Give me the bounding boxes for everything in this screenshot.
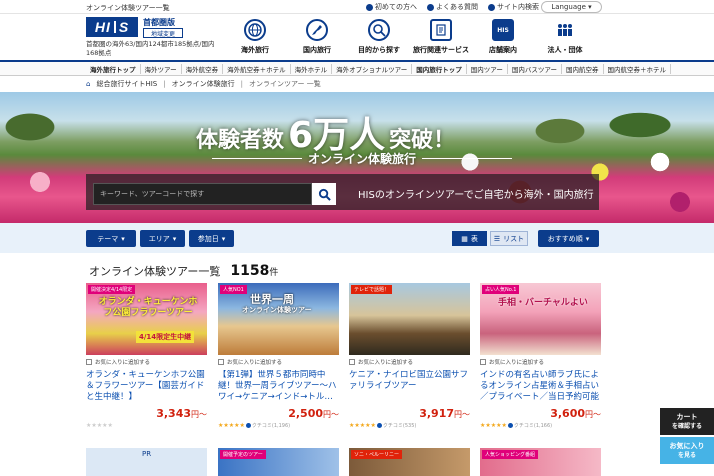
site-header: HI S 首都圏版 地域変更 首都圏の海外63/国内124都市185拠点/国内16…	[0, 14, 714, 60]
nav-corporate[interactable]: 法人・団体	[534, 14, 596, 60]
rating-stars: ★★★★★ クチコミ(1,166)	[480, 422, 553, 429]
view-list-button[interactable]: ☰ リスト	[490, 231, 528, 246]
tour-price: 3,917円〜	[419, 407, 470, 420]
people-icon	[554, 19, 576, 41]
tour-image[interactable]: 開催決定4/14限定 オランダ・キューケンホフ公園フラワーツアー 4/14限定生…	[86, 283, 207, 355]
rating-stars: ★★★★★ クチコミ(1,196)	[218, 422, 291, 429]
favorites-button[interactable]: お気に入り を見る	[660, 437, 714, 464]
area-filter-button[interactable]: エリア ▾	[140, 230, 185, 247]
tour-card[interactable]: テレビで話題！ お気に入りに追加する ケニア・ナイロビ国立公園サファリライブツア…	[349, 283, 470, 443]
chevron-down-icon: ▾	[172, 234, 177, 243]
tour-card[interactable]: 人気NO1 世界一周 オンライン体験ツアー お気に入りに追加する 【第1弾】世界…	[218, 283, 339, 443]
cat-overseas-air[interactable]: 海外航空券	[182, 63, 224, 74]
cart-button[interactable]: カート を確認する	[660, 408, 714, 435]
cat-domestic-air[interactable]: 国内航空券	[562, 63, 604, 74]
view-table-button[interactable]: ▦ 表	[452, 231, 487, 246]
add-favorite-checkbox[interactable]: お気に入りに追加する	[480, 358, 601, 366]
cat-domestic-air-hotel[interactable]: 国内航空券＋ホテル	[604, 63, 671, 74]
top-bar-links: 初めての方へ よくある質問 サイト内検索	[366, 2, 539, 12]
tour-card-pr[interactable]: PR	[86, 448, 207, 476]
tour-card[interactable]: 開催決定4/14限定 オランダ・キューケンホフ公園フラワーツアー 4/14限定生…	[86, 283, 207, 443]
tour-card[interactable]: 人気ショッピング番組	[480, 448, 601, 476]
search-input[interactable]: キーワード、ツアーコードで探す	[93, 183, 312, 205]
nav-stores[interactable]: HIS 店舗案内	[472, 14, 534, 60]
cat-overseas-air-hotel[interactable]: 海外航空券＋ホテル	[223, 63, 291, 74]
region-change-button[interactable]: 地域変更	[143, 28, 183, 38]
tour-card[interactable]: ソニ・ペルーリニー	[349, 448, 470, 476]
tour-title[interactable]: ケニア・ナイロビ国立公園サファリライブツアー	[349, 370, 470, 404]
top-bar-title: オンライン体験ツアー一覧	[86, 4, 170, 12]
tour-title[interactable]: インドの有名占い師ラブ氏によるオンライン占星術＆手相占い／プライベート／当日予約…	[480, 370, 601, 404]
list-icon: ☰	[493, 234, 501, 243]
chevron-down-icon: ▾	[121, 234, 125, 243]
category-nav: 海外旅行トップ 海外ツアー 海外航空券 海外航空券＋ホテル 海外ホテル 海外オプ…	[0, 60, 714, 76]
info-icon	[366, 3, 373, 11]
top-bar: オンライン体験ツアー一覧 初めての方へ よくある質問 サイト内検索 Langua…	[0, 0, 714, 14]
rating-stars: ★★★★★	[86, 422, 113, 429]
cat-overseas-tour[interactable]: 海外ツアー	[141, 63, 182, 74]
add-favorite-checkbox[interactable]: お気に入りに追加する	[218, 358, 339, 366]
japan-map-icon	[306, 19, 328, 41]
search-icon	[488, 3, 495, 11]
filter-bar: テーマ ▾ エリア ▾ 参加日 ▾ ▦ 表 ☰ リスト おすすめ順 ▾	[0, 223, 714, 253]
tour-card[interactable]: 開催予定のツアー	[218, 448, 339, 476]
link-first-time[interactable]: 初めての方へ	[366, 2, 417, 12]
nav-overseas[interactable]: 海外旅行	[224, 14, 286, 60]
globe-icon	[244, 19, 266, 41]
theme-filter-button[interactable]: テーマ ▾	[86, 230, 136, 247]
cat-overseas-top[interactable]: 海外旅行トップ	[86, 63, 141, 74]
cat-overseas-hotel[interactable]: 海外ホテル	[291, 63, 333, 74]
add-favorite-checkbox[interactable]: お気に入りに追加する	[86, 358, 207, 366]
tour-image[interactable]: 人気NO1 世界一周 オンライン体験ツアー	[218, 283, 339, 355]
link-site-search[interactable]: サイト内検索	[488, 2, 539, 12]
chevron-down-icon: ▾	[588, 3, 592, 11]
store-icon: HIS	[492, 19, 514, 41]
tour-price: 3,343円〜	[156, 407, 207, 420]
nav-purpose[interactable]: 目的から探す	[348, 14, 410, 60]
cat-overseas-optional[interactable]: 海外オプショナルツアー	[332, 63, 413, 74]
store-address: 首都圏の海外63/国内124都市185拠点/国内168拠点	[86, 40, 215, 57]
tour-price: 2,500円〜	[288, 407, 339, 420]
cat-domestic-tour[interactable]: 国内ツアー	[467, 63, 508, 74]
chevron-down-icon: ▾	[585, 234, 590, 243]
cat-domestic-bus[interactable]: 国内バスツアー	[508, 63, 562, 74]
date-filter-button[interactable]: 参加日 ▾	[189, 230, 234, 247]
nav-travel-services[interactable]: 旅行関連サービス	[410, 14, 472, 60]
hero-banner: 体験者数 6万人 突破！ オンライン体験旅行 キーワード、ツアーコードで探す HIS…	[0, 92, 714, 223]
tour-title[interactable]: 【第1弾】世界５都市同時中継！世界一周ライブツアー〜ハワイ→ケニア→インド→トル…	[218, 370, 339, 404]
tour-card[interactable]: 占い人気No.1 手相・バーチャルよい お気に入りに追加する インドの有名占い師…	[480, 283, 601, 443]
tour-image[interactable]: テレビで話題！	[349, 283, 470, 355]
grid-icon: ▦	[461, 234, 468, 243]
global-nav: 海外旅行 国内旅行 目的から探す 旅行関連サービス HIS 店舗案内 法人・団体	[224, 14, 596, 60]
breadcrumb-home[interactable]: 総合旅行サイトHIS	[96, 79, 157, 89]
tour-price: 3,600円〜	[550, 407, 601, 420]
his-logo[interactable]: HI S	[86, 17, 138, 37]
breadcrumb-online[interactable]: オンライン体験旅行	[172, 79, 235, 89]
add-favorite-checkbox[interactable]: お気に入りに追加する	[349, 358, 470, 366]
link-faq[interactable]: よくある質問	[427, 2, 478, 12]
home-icon: ⌂	[86, 80, 91, 88]
chevron-down-icon: ▾	[221, 234, 226, 243]
breadcrumb: ⌂ 総合旅行サイトHIS | オンライン体験旅行 | オンラインツアー 一覧	[86, 79, 321, 89]
question-icon	[427, 3, 434, 11]
results-count: オンライン体験ツアー一覧 1158件	[89, 263, 279, 279]
hero-tagline: HISのオンラインツアーでご自宅から海外・国内旅行	[358, 190, 594, 201]
hero-subtitle: オンライン体験旅行	[212, 150, 513, 167]
search-button[interactable]	[312, 183, 336, 205]
tour-image[interactable]: 占い人気No.1 手相・バーチャルよい	[480, 283, 601, 355]
breadcrumb-current: オンラインツアー 一覧	[248, 80, 321, 88]
region-label: 首都圏版	[143, 18, 175, 27]
rating-stars: ★★★★★ クチコミ(535)	[349, 422, 417, 429]
language-select[interactable]: Language ▾	[541, 1, 602, 13]
search-icon	[318, 188, 331, 201]
sort-select[interactable]: おすすめ順 ▾	[538, 230, 599, 247]
cat-domestic-top[interactable]: 国内旅行トップ	[412, 63, 467, 74]
nav-domestic[interactable]: 国内旅行	[286, 14, 348, 60]
document-icon	[430, 19, 452, 41]
magnifier-icon	[368, 19, 390, 41]
tour-title[interactable]: オランダ・キューケンホフ公園＆フラワーツアー【園芸ガイドと生中継！】	[86, 370, 207, 404]
